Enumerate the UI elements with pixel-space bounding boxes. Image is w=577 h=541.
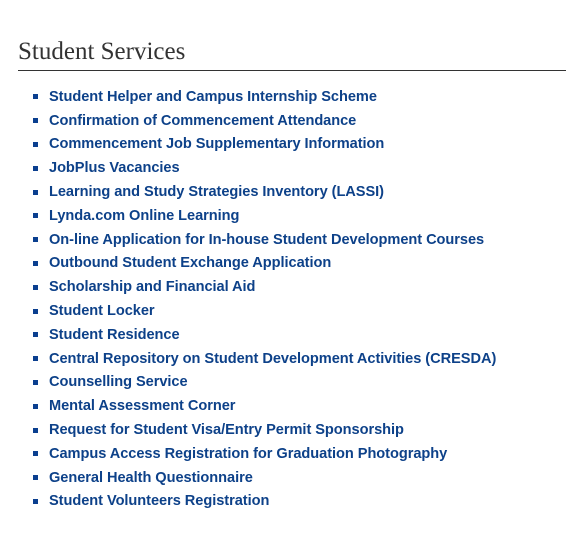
service-link[interactable]: Mental Assessment Corner [49, 398, 235, 414]
square-bullet-icon [33, 165, 38, 171]
service-link[interactable]: Lynda.com Online Learning [49, 208, 239, 224]
square-bullet-icon [33, 237, 38, 243]
square-bullet-icon [33, 451, 38, 457]
service-link[interactable]: Student Volunteers Registration [49, 493, 269, 509]
list-item: General Health Questionnaire [33, 466, 566, 490]
square-bullet-icon [33, 379, 38, 385]
list-item: Learning and Study Strategies Inventory … [33, 180, 566, 204]
list-item: Campus Access Registration for Graduatio… [33, 442, 566, 466]
list-item: Mental Assessment Corner [33, 394, 566, 418]
service-link[interactable]: Scholarship and Financial Aid [49, 279, 255, 295]
service-link[interactable]: Outbound Student Exchange Application [49, 255, 331, 271]
list-item: JobPlus Vacancies [33, 156, 566, 180]
square-bullet-icon [33, 308, 38, 314]
service-link[interactable]: Counselling Service [49, 374, 188, 390]
square-bullet-icon [33, 118, 38, 124]
service-link[interactable]: Confirmation of Commencement Attendance [49, 113, 356, 129]
service-link[interactable]: Learning and Study Strategies Inventory … [49, 184, 384, 200]
square-bullet-icon [33, 189, 38, 195]
service-link[interactable]: Student Locker [49, 303, 155, 319]
service-link[interactable]: JobPlus Vacancies [49, 160, 180, 176]
list-item: Request for Student Visa/Entry Permit Sp… [33, 418, 566, 442]
list-item: Confirmation of Commencement Attendance [33, 109, 566, 133]
square-bullet-icon [33, 94, 38, 100]
service-link[interactable]: General Health Questionnaire [49, 470, 253, 486]
square-bullet-icon [33, 332, 38, 338]
list-item: Student Residence [33, 323, 566, 347]
service-link[interactable]: Central Repository on Student Developmen… [49, 351, 496, 367]
list-item: Commencement Job Supplementary Informati… [33, 133, 566, 157]
list-item: Lynda.com Online Learning [33, 204, 566, 228]
square-bullet-icon [33, 284, 38, 290]
list-item: On-line Application for In-house Student… [33, 228, 566, 252]
list-item: Outbound Student Exchange Application [33, 252, 566, 276]
service-list: Student Helper and Campus Internship Sch… [18, 85, 566, 513]
square-bullet-icon [33, 427, 38, 433]
list-item: Counselling Service [33, 371, 566, 395]
service-link[interactable]: Commencement Job Supplementary Informati… [49, 136, 384, 152]
square-bullet-icon [33, 213, 38, 219]
square-bullet-icon [33, 260, 38, 266]
list-item: Student Helper and Campus Internship Sch… [33, 85, 566, 109]
square-bullet-icon [33, 475, 38, 481]
list-item: Student Volunteers Registration [33, 490, 566, 514]
service-link[interactable]: Campus Access Registration for Graduatio… [49, 446, 447, 462]
square-bullet-icon [33, 403, 38, 409]
student-services-panel: Student Services Student Helper and Camp… [18, 36, 566, 513]
service-link[interactable]: Request for Student Visa/Entry Permit Sp… [49, 422, 404, 438]
square-bullet-icon [33, 498, 38, 504]
service-link[interactable]: Student Residence [49, 327, 180, 343]
square-bullet-icon [33, 356, 38, 362]
service-link[interactable]: Student Helper and Campus Internship Sch… [49, 89, 377, 105]
section-title: Student Services [18, 36, 566, 71]
list-item: Central Repository on Student Developmen… [33, 347, 566, 371]
service-link[interactable]: On-line Application for In-house Student… [49, 232, 484, 248]
list-item: Scholarship and Financial Aid [33, 275, 566, 299]
square-bullet-icon [33, 141, 38, 147]
list-item: Student Locker [33, 299, 566, 323]
